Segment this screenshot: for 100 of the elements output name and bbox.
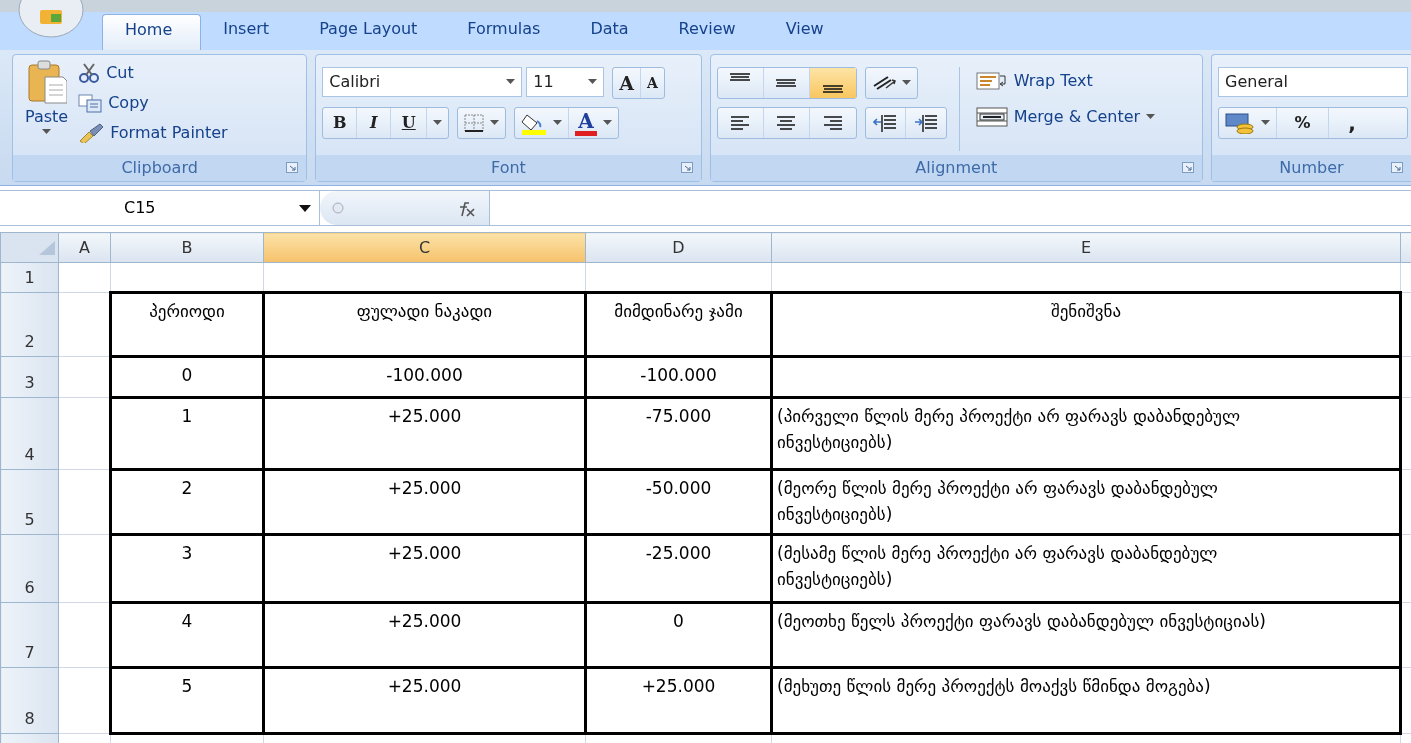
indent-arrow-icon (913, 113, 938, 133)
font-size-combo[interactable]: 11 (526, 67, 605, 97)
table-cell-text: -25.000 (645, 542, 712, 565)
dialog-launcher-icon[interactable] (286, 162, 299, 173)
table-cell-text: -50.000 (645, 477, 712, 500)
group-title: Alignment (915, 157, 998, 179)
office-button-icon[interactable] (18, 0, 84, 38)
table-cell-text: +25.000 (387, 610, 462, 633)
caret-icon (553, 120, 563, 126)
indent-arrow-icon (873, 113, 898, 133)
corner-triangle-icon (39, 241, 55, 255)
table-cell-text: (პირველი წლის მერე პროექტი არ ფარავს დაბანდებულ ინვესტიციებს) (777, 405, 1242, 455)
caret-icon (490, 120, 500, 126)
table-cell-text: +25.000 (387, 675, 462, 698)
comma-style-button[interactable]: , (1329, 108, 1375, 138)
splitter-handle-icon[interactable] (332, 202, 344, 214)
row-header[interactable]: 1 (0, 262, 59, 293)
caret-icon (602, 120, 612, 126)
caret-icon (299, 204, 311, 212)
caret-icon (1261, 120, 1270, 126)
table-cell-text: (მესამე წლის მერე პროექტი არ ფარავს დაბანდებულ ინვესტიციებს) (777, 542, 1219, 592)
column-heading: შენიშვნა (1050, 300, 1122, 323)
cut-button[interactable]: Cut (74, 59, 232, 87)
table-cell-text: 0 (181, 364, 193, 387)
row-header[interactable]: 8 (0, 667, 59, 734)
column-header[interactable]: A (58, 232, 111, 263)
ribbon-tab[interactable]: View (763, 14, 852, 50)
row-header[interactable]: 7 (0, 602, 59, 668)
caret-icon (588, 79, 598, 85)
row-header[interactable]: 6 (0, 534, 59, 603)
caret-icon (901, 80, 911, 86)
format-painter-button[interactable]: Format Painter (74, 119, 232, 147)
group-title: Clipboard (121, 157, 198, 179)
row-header[interactable]: 2 (0, 292, 59, 357)
column-header[interactable]: C (263, 232, 586, 263)
ribbon-tab[interactable]: Insert (201, 14, 298, 50)
bold-button[interactable]: B (323, 108, 358, 138)
table-cell-text: 2 (181, 477, 193, 500)
shrink-font-button[interactable]: A (641, 68, 664, 98)
table-cell-text: 4 (181, 610, 193, 633)
row-header[interactable]: 3 (0, 356, 59, 398)
dialog-launcher-icon[interactable] (680, 162, 693, 173)
wrap-text-icon (975, 70, 1008, 92)
number-format-combo[interactable]: General (1218, 67, 1408, 97)
table-cell-text: 5 (181, 675, 193, 698)
align-bottom-button[interactable] (809, 68, 856, 98)
row-header[interactable]: 4 (0, 397, 59, 470)
table-cell-text: 3 (181, 542, 193, 565)
name-box[interactable]: C15 (0, 191, 320, 225)
table-cell-text: +25.000 (387, 405, 462, 428)
ribbon-tab[interactable]: Review (656, 14, 764, 50)
table-cell-text: 0 (673, 610, 684, 633)
table-cell-text: -75.000 (645, 405, 712, 428)
borders-icon (464, 114, 485, 132)
angled-text-icon (871, 74, 898, 92)
table-cell-text: (მეორე წლის მერე პროექტი არ ფარავს დაბანდებულ ინვესტიციებს) (777, 477, 1219, 527)
dialog-launcher-icon[interactable] (1182, 162, 1194, 173)
table-cell-text: (მეხუთე წლის მერე პროექტს მოაქვს წმინდა მოგება) (777, 675, 1211, 698)
column-heading: პერიოდი (149, 300, 225, 323)
ribbon-tab[interactable]: Formulas (445, 14, 569, 50)
caret-icon (433, 120, 443, 126)
row-header[interactable]: 5 (0, 469, 59, 535)
caret-icon (506, 79, 516, 85)
merge-cells-icon (975, 106, 1008, 128)
align-bottom-icon (822, 85, 843, 93)
column-header[interactable]: B (110, 232, 264, 263)
scissors-icon (78, 63, 101, 83)
table-cell-text: 1 (181, 405, 193, 428)
group-title: Font (491, 157, 526, 179)
italic-button[interactable]: I (357, 108, 392, 138)
table-cell-text: (მეოთხე წელს პროექტი ფარავს დაბანდებულ ინვესტიციას) (777, 610, 1266, 633)
paste-button[interactable]: Paste (19, 59, 75, 151)
column-heading: ფულადი ნაკადი (356, 300, 493, 323)
copy-button[interactable]: Copy (74, 89, 232, 117)
font-name-combo[interactable]: Calibri (322, 67, 523, 97)
ribbon-tab[interactable]: Data (568, 14, 657, 50)
wrap-text-button[interactable]: Wrap Text (971, 67, 1160, 95)
caret-icon (1146, 114, 1156, 120)
column-header[interactable]: D (585, 232, 772, 263)
table-cell-text: +25.000 (387, 542, 462, 565)
column-heading: მიმდინარე ჯამი (614, 300, 743, 323)
group-title: Number (1279, 157, 1344, 179)
merge-center-button[interactable]: Merge & Center (971, 103, 1160, 131)
caret-icon (42, 129, 52, 135)
underline-button[interactable]: U (391, 108, 428, 138)
grow-font-button[interactable]: A (613, 68, 641, 98)
ribbon-tab[interactable]: Page Layout (297, 14, 446, 50)
table-cell-text: -100.000 (640, 364, 717, 387)
table-cell-text: +25.000 (641, 675, 716, 698)
table-cell-text: -100.000 (386, 364, 463, 387)
dialog-launcher-icon[interactable] (1391, 162, 1403, 173)
ribbon-tab[interactable]: Home (102, 14, 202, 50)
align-top-icon (730, 73, 751, 81)
percent-button[interactable]: % (1277, 108, 1329, 138)
align-middle-icon (776, 79, 797, 87)
column-header[interactable]: E (771, 232, 1401, 263)
clipboard-icon (26, 59, 67, 105)
table-cell-text: +25.000 (387, 477, 462, 500)
money-coins-icon (1225, 112, 1255, 134)
paintbrush-icon (78, 123, 105, 143)
